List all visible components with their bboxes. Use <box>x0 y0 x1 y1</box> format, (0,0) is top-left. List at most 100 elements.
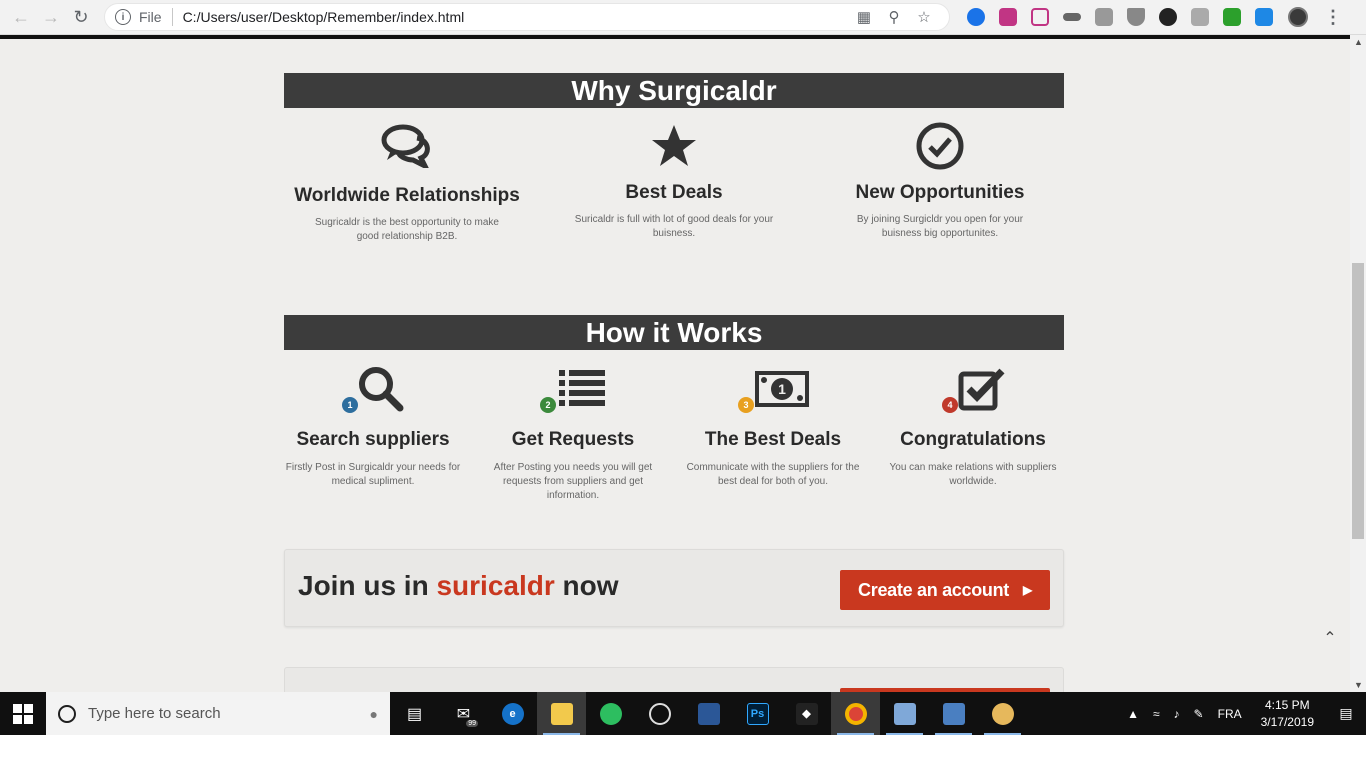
step-desc: You can make relations with suppliers wo… <box>889 462 1057 487</box>
why-item-desc: Sugricaldr is the best opportunity to ma… <box>315 217 499 242</box>
how-step: 1 Search suppliers Firstly Post in Surgi… <box>278 363 468 489</box>
step-title: Search suppliers <box>296 429 450 450</box>
taskbar-app-chrome[interactable] <box>831 692 880 735</box>
extension-icon[interactable] <box>1255 8 1273 26</box>
extension-icon[interactable] <box>1223 8 1241 26</box>
network-window-icon <box>942 702 965 725</box>
wifi-icon[interactable]: ≈ <box>1146 707 1167 721</box>
step-desc: After Posting you needs you will get req… <box>493 462 653 501</box>
why-item-desc: By joining Surgicldr you open for your b… <box>856 214 1024 239</box>
taskbar-app-word[interactable] <box>684 692 733 735</box>
pen-icon[interactable]: ✎ <box>1187 707 1211 721</box>
star-icon <box>652 125 696 166</box>
folder-icon <box>550 702 573 725</box>
volume-icon[interactable]: ♪ <box>1167 707 1187 721</box>
extension-icon[interactable] <box>967 8 985 26</box>
why-item-desc: Suricaldr is full with lot of good deals… <box>574 214 774 239</box>
extension-icon[interactable] <box>1191 8 1209 26</box>
extension-icon[interactable] <box>1127 8 1145 26</box>
windows-taskbar: Type here to search ● ▤ ✉ 99 e Ps ◆ ▲ ≈ … <box>0 692 1366 735</box>
step-desc: Communicate with the suppliers for the b… <box>686 462 860 487</box>
task-view-button[interactable]: ▤ <box>390 692 439 735</box>
cube-icon <box>893 702 916 725</box>
taskbar-app-network[interactable] <box>929 692 978 735</box>
address-bar[interactable]: i File C:/Users/user/Desktop/Remember/in… <box>104 3 950 31</box>
profile-avatar[interactable] <box>1288 7 1308 27</box>
page-scrollbar[interactable]: ▲ ▼ <box>1350 35 1366 692</box>
taskbar-search[interactable]: Type here to search ● <box>46 692 390 735</box>
evernote-icon <box>599 702 622 725</box>
taskbar-app-box[interactable] <box>880 692 929 735</box>
why-item-opportunities: New Opportunities By joining Surgicldr y… <box>820 120 1060 241</box>
create-account-button[interactable]: Create an account ▶ <box>840 570 1050 610</box>
microphone-icon[interactable]: ● <box>370 706 378 722</box>
back-button[interactable]: ← <box>6 2 36 32</box>
translate-icon[interactable]: ▦ <box>849 8 879 26</box>
step-number-badge: 2 <box>540 397 556 413</box>
taskbar-app-unity[interactable]: ◆ <box>782 692 831 735</box>
browser-toolbar: ← → ↻ i File C:/Users/user/Desktop/Remem… <box>0 0 1366 35</box>
list-icon <box>559 370 605 406</box>
extension-icon[interactable] <box>1159 8 1177 26</box>
join-brand: suricaldr <box>436 570 555 601</box>
screen-bottom-margin <box>0 735 1366 768</box>
taskbar-app-edge[interactable]: e <box>488 692 537 735</box>
step-number-badge: 1 <box>342 397 358 413</box>
why-item-title: New Opportunities <box>855 182 1025 203</box>
chrome-icon <box>844 702 867 725</box>
forward-button[interactable]: → <box>36 2 66 32</box>
scroll-down-arrow-icon[interactable]: ▼ <box>1354 680 1363 690</box>
comments-icon <box>381 124 430 168</box>
taskbar-app-photoshop[interactable]: Ps <box>733 692 782 735</box>
why-item-deals: Best Deals Suricaldr is full with lot of… <box>554 120 794 241</box>
back-to-top-button[interactable]: ⌃ <box>1316 624 1344 652</box>
document-icon <box>697 702 720 725</box>
tray-overflow-icon[interactable]: ▲ <box>1120 707 1146 721</box>
url-text[interactable]: C:/Users/user/Desktop/Remember/index.htm… <box>183 9 849 25</box>
page-viewport: Why Surgicaldr Worldwide Relationships S… <box>0 35 1350 692</box>
extension-icon[interactable] <box>1095 8 1113 26</box>
check-square-icon <box>958 368 1005 411</box>
why-item-title: Best Deals <box>625 182 723 203</box>
svg-text:1: 1 <box>778 381 786 397</box>
scroll-up-arrow-icon[interactable]: ▲ <box>1354 37 1363 47</box>
start-button[interactable] <box>0 692 46 735</box>
edge-icon: e <box>501 702 524 725</box>
step-number-badge: 4 <box>942 397 958 413</box>
clock-time: 4:15 PM <box>1264 697 1310 712</box>
taskbar-app-evernote[interactable] <box>586 692 635 735</box>
scroll-thumb[interactable] <box>1352 263 1364 539</box>
how-step: 2 Get Requests After Posting you needs y… <box>478 363 668 503</box>
extension-icon[interactable] <box>1063 13 1081 21</box>
mail-badge: 99 <box>466 720 478 727</box>
why-item-title: Worldwide Relationships <box>294 185 520 206</box>
step-desc: Firstly Post in Surgicaldr your needs fo… <box>285 462 461 487</box>
why-item-relationships: Worldwide Relationships Sugricaldr is th… <box>287 120 527 244</box>
taskbar-app-explorer[interactable] <box>537 692 586 735</box>
join-heading: Join us in suricaldr now <box>298 570 619 602</box>
join-suffix: now <box>554 570 619 601</box>
language-indicator[interactable]: FRA <box>1211 707 1249 721</box>
zoom-icon[interactable]: ⚲ <box>879 8 909 26</box>
browser-menu-icon[interactable]: ⋮ <box>1324 7 1342 28</box>
caret-right-icon: ▶ <box>1023 583 1032 597</box>
clock[interactable]: 4:15 PM 3/17/2019 <box>1249 697 1326 731</box>
reload-button[interactable]: ↻ <box>66 2 96 32</box>
taskbar-app-obs[interactable] <box>635 692 684 735</box>
info-icon[interactable]: i <box>115 9 131 25</box>
scheme-label: File <box>139 9 162 25</box>
step-number-badge: 3 <box>738 397 754 413</box>
search-placeholder: Type here to search <box>88 705 221 722</box>
taskbar-app-paint[interactable] <box>978 692 1027 735</box>
money-icon: 1 <box>755 371 809 407</box>
notification-center-icon[interactable]: ▤ <box>1326 705 1366 722</box>
omnibox-divider <box>171 8 173 26</box>
why-heading: Why Surgicaldr <box>284 73 1064 108</box>
bookmark-star-icon[interactable]: ☆ <box>909 8 939 26</box>
system-tray: ▲ ≈ ♪ ✎ FRA 4:15 PM 3/17/2019 ▤ <box>1120 692 1366 735</box>
extension-icon[interactable] <box>1031 8 1049 26</box>
join-banner: Join us in suricaldr now Create an accou… <box>284 549 1064 627</box>
taskbar-app-mail[interactable]: ✉ 99 <box>439 692 488 735</box>
join-prefix: Join us in <box>298 570 437 601</box>
extension-icon[interactable] <box>999 8 1017 26</box>
